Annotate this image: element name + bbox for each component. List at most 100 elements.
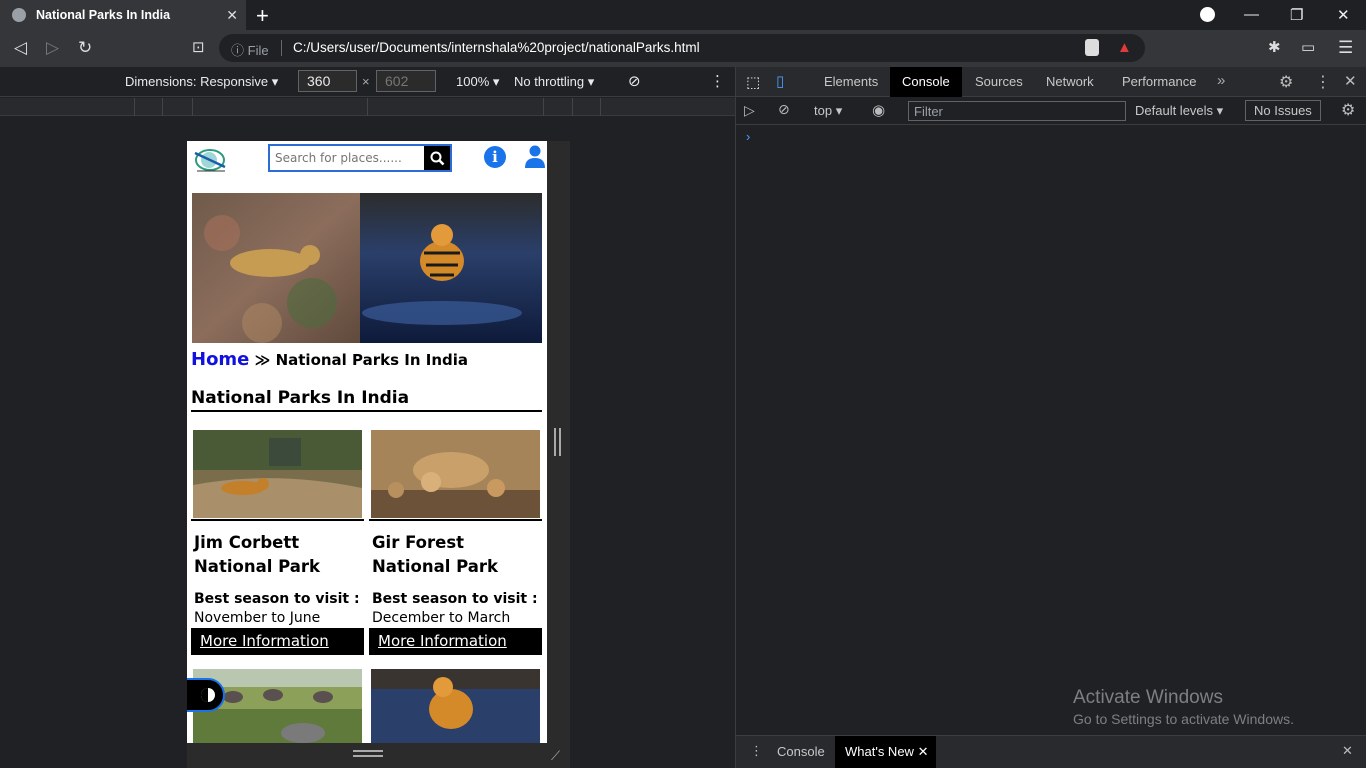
window-close-icon[interactable]: ✕	[1337, 6, 1350, 24]
search-button[interactable]	[424, 146, 450, 170]
info-icon[interactable]: i	[484, 146, 506, 168]
console-filter-input[interactable]: Filter	[908, 101, 1126, 121]
device-toolbar: Dimensions: Responsive ▾ 360 × 602 100% …	[0, 67, 735, 97]
width-input[interactable]: 360	[298, 70, 357, 92]
close-tab-icon[interactable]: ✕	[226, 7, 238, 24]
reload-icon[interactable]: ↻	[78, 38, 92, 58]
throttling-dropdown[interactable]: No throttling ▾	[514, 74, 594, 90]
tab-sources[interactable]: Sources	[963, 67, 1035, 97]
watermark-title: Activate Windows	[1073, 687, 1223, 708]
close-devtools-icon[interactable]: ✕	[1344, 72, 1357, 90]
park-name: Gir Forest National Park	[372, 533, 498, 576]
search-box	[268, 144, 452, 172]
brave-shield-icon[interactable]	[1085, 39, 1099, 56]
browser-tab[interactable]: National Parks In India ✕	[0, 0, 246, 30]
user-icon[interactable]	[524, 145, 546, 169]
tab-network[interactable]: Network	[1034, 67, 1106, 97]
tab-performance[interactable]: Performance	[1110, 67, 1208, 97]
browser-toolbar: ◁ ▷ ↻ ⊡ ⓘ File C:/Users/user/Documents/i…	[0, 30, 1366, 67]
info-circle-icon: ⓘ	[231, 43, 245, 58]
corner-resize-icon[interactable]: ⟋	[551, 748, 560, 764]
park-card: Gir Forest National Park Best season to …	[369, 430, 542, 655]
devtools-menu-icon[interactable]: ⋮	[1315, 72, 1331, 92]
drawer-tab-whats-new[interactable]: What's New ✕	[835, 736, 937, 768]
console-settings-gear-icon[interactable]: ⚙	[1341, 100, 1355, 120]
settings-gear-icon[interactable]: ⚙	[1279, 72, 1293, 92]
card-divider	[369, 519, 542, 521]
dimensions-dropdown[interactable]: Dimensions: Responsive ▾	[125, 74, 278, 90]
emulated-viewport: i Home ≫ National Parks In India Nationa…	[187, 141, 547, 743]
restore-icon[interactable]: ❐	[1290, 6, 1303, 24]
park-card: Jim Corbett National Park Best season to…	[191, 430, 364, 655]
live-expression-eye-icon[interactable]: ◉	[872, 101, 885, 119]
wallet-icon[interactable]: ▭	[1301, 38, 1315, 56]
sidebar-toggle-icon[interactable]: ▷	[744, 102, 755, 119]
season-value: November to June	[194, 610, 321, 626]
times-sign: ×	[362, 74, 370, 89]
drawer-menu-icon[interactable]: ⋮	[750, 743, 763, 759]
log-levels-dropdown[interactable]: Default levels ▾	[1135, 103, 1223, 119]
address-separator	[281, 40, 282, 56]
context-selector[interactable]: top ▾	[814, 103, 842, 119]
viewport-bottom-resize-handle[interactable]: ⟋	[187, 743, 570, 768]
park-name: Jim Corbett National Park	[194, 533, 320, 576]
hero-banner-image	[192, 193, 542, 343]
close-drawer-icon[interactable]: ✕	[1342, 743, 1353, 759]
devtools-tab-bar: ⬚ ▯ Elements Console Sources Network Per…	[736, 67, 1366, 97]
breadcrumb-home-link[interactable]: Home	[191, 349, 249, 370]
zoom-dropdown[interactable]: 100% ▾	[456, 74, 499, 90]
back-icon[interactable]: ◁	[14, 38, 27, 58]
issues-button[interactable]: No Issues	[1245, 100, 1321, 121]
more-options-icon[interactable]: ⋮	[710, 72, 725, 90]
drawer-tab-console[interactable]: Console	[777, 744, 825, 759]
inspect-element-icon[interactable]: ⬚	[746, 73, 760, 91]
contrast-icon	[201, 688, 215, 702]
tab-title: National Parks In India	[36, 8, 171, 22]
more-information-link[interactable]: More Information	[191, 628, 364, 655]
console-toolbar: ▷ ⊘ top ▾ ◉ Filter Default levels ▾ No I…	[736, 97, 1366, 125]
globe-icon	[12, 8, 26, 22]
url-text: C:/Users/user/Documents/internshala%20pr…	[293, 40, 700, 55]
close-drawer-tab-icon[interactable]: ✕	[918, 744, 929, 759]
new-tab-icon[interactable]: +	[256, 3, 269, 29]
tab-console[interactable]: Console	[890, 67, 962, 97]
minimize-icon[interactable]: —	[1244, 6, 1259, 23]
device-toggle-icon[interactable]: ▯	[776, 72, 784, 90]
contrast-toggle-button[interactable]	[187, 678, 225, 712]
menu-icon[interactable]: ☰	[1338, 38, 1353, 58]
address-bar[interactable]: ⓘ File C:/Users/user/Documents/internsha…	[219, 34, 1145, 62]
height-input[interactable]: 602	[376, 70, 436, 92]
card-divider	[191, 519, 364, 521]
media-query-bar	[0, 98, 735, 116]
viewport-resize-handle[interactable]	[547, 141, 570, 743]
park-image[interactable]	[371, 430, 540, 518]
console-prompt-chevron-icon[interactable]: ›	[746, 129, 750, 144]
season-label: Best season to visit :	[372, 591, 538, 607]
search-input[interactable]	[270, 146, 424, 170]
clear-console-icon[interactable]: ⊘	[778, 101, 790, 118]
more-tabs-icon[interactable]: »	[1217, 72, 1225, 89]
brave-rewards-icon[interactable]: ▲	[1117, 39, 1132, 56]
more-information-link[interactable]: More Information	[369, 628, 542, 655]
tab-strip: National Parks In India ✕ + — ❐ ✕	[0, 0, 1366, 30]
rotate-icon[interactable]: ⊘	[628, 72, 641, 90]
search-icon	[430, 151, 444, 165]
park-image[interactable]	[371, 669, 540, 743]
breadcrumb: Home ≫ National Parks In India	[191, 349, 468, 370]
page-header: i	[187, 141, 547, 175]
devtools-drawer: ⋮ Console What's New ✕ ✕	[736, 735, 1366, 768]
bookmark-icon[interactable]: ⊡	[192, 38, 205, 56]
tab-search-icon[interactable]	[1200, 7, 1215, 22]
extensions-icon[interactable]: ✱	[1268, 38, 1281, 56]
page-title: National Parks In India	[191, 388, 542, 412]
park-image[interactable]	[193, 430, 362, 518]
breadcrumb-current: National Parks In India	[275, 351, 469, 369]
watermark-subtitle: Go to Settings to activate Windows.	[1073, 711, 1294, 727]
site-info[interactable]: ⓘ File	[231, 40, 269, 59]
forward-icon[interactable]: ▷	[46, 38, 59, 58]
season-value: December to March	[372, 610, 511, 626]
season-label: Best season to visit :	[194, 591, 360, 607]
site-logo[interactable]	[193, 145, 227, 173]
breadcrumb-separator: ≫	[254, 351, 271, 369]
tab-elements[interactable]: Elements	[812, 67, 890, 97]
